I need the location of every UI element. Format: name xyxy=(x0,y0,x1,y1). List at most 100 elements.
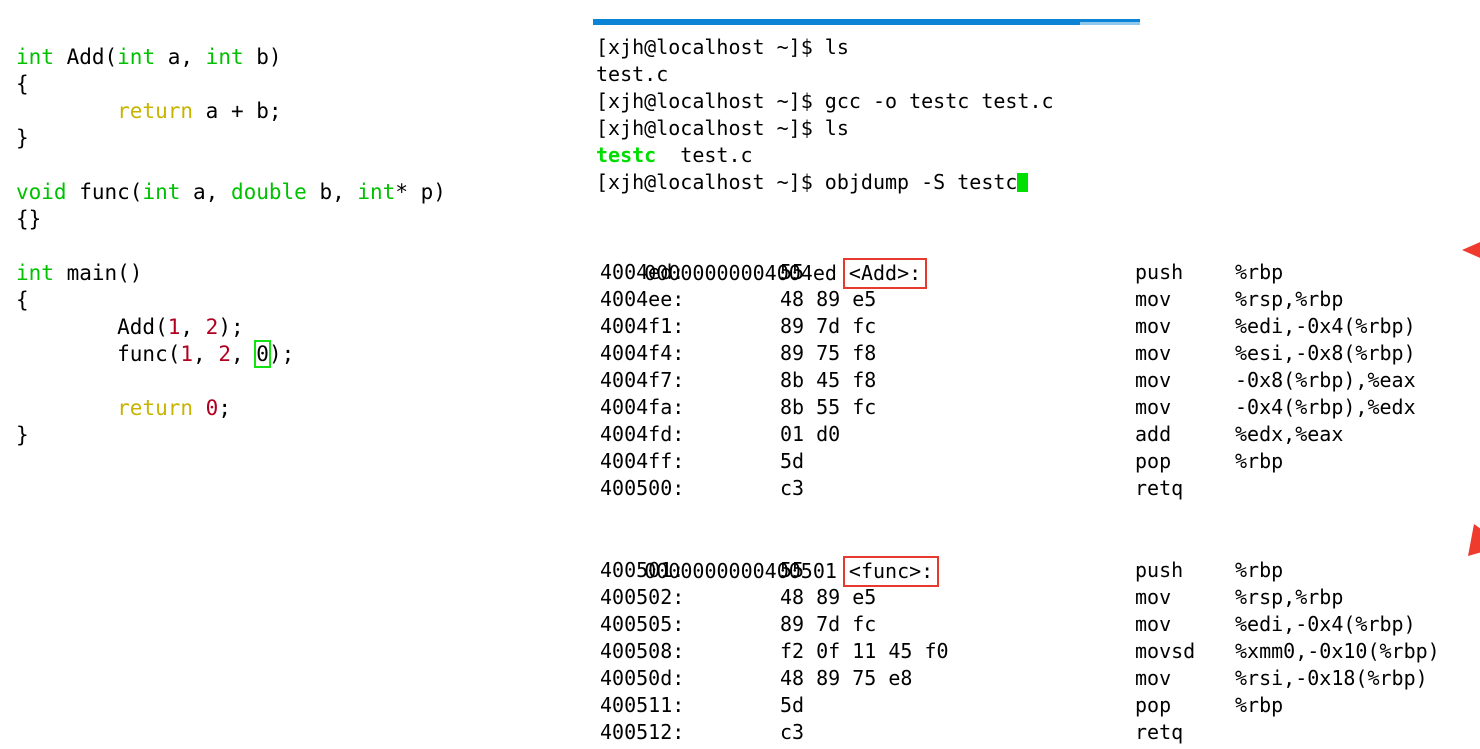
instruction-bytes: f2 0f 11 45 f0 xyxy=(780,639,949,663)
terminal-line-5-seg-0: [xjh@localhost ~]$ objdump -S testc xyxy=(596,170,1018,194)
code-line-5-seg-3: a, xyxy=(180,180,231,204)
instruction-operands: %edx,%eax xyxy=(1235,422,1344,446)
terminal-titlebar-accent-tail xyxy=(1080,22,1140,25)
code-line-9: { xyxy=(16,287,536,314)
instruction-address: 4004fd: xyxy=(600,422,685,446)
instruction-row: 4004ff: 5d pop %rbp xyxy=(572,448,1472,475)
code-line-5-seg-0: void xyxy=(16,180,67,204)
instruction-bytes: c3 xyxy=(780,720,805,744)
code-line-11-seg-5: 0 xyxy=(254,340,271,368)
instruction-row: 400511: 5d pop %rbp xyxy=(572,692,1472,719)
instruction-mnemonic: mov xyxy=(1135,368,1172,392)
instruction-mnemonic: pop xyxy=(1135,693,1172,717)
instruction-row: 4004fa: 8b 55 fc mov -0x4(%rbp),%edx xyxy=(572,394,1472,421)
instruction-address: 4004f4: xyxy=(600,341,685,365)
instruction-bytes: 01 d0 xyxy=(780,422,841,446)
instruction-address: 4004fa: xyxy=(600,395,685,419)
instruction-bytes: c3 xyxy=(780,476,805,500)
instruction-mnemonic: add xyxy=(1135,422,1172,446)
terminal-output[interactable]: [xjh@localhost ~]$ ls test.c [xjh@localhos… xyxy=(596,34,1476,196)
instruction-mnemonic: mov xyxy=(1135,395,1172,419)
code-line-10-seg-2: , xyxy=(180,315,206,339)
instruction-mnemonic: mov xyxy=(1135,612,1172,636)
code-line-9-seg-0: { xyxy=(16,288,29,312)
terminal-line-1: test.c xyxy=(596,61,1476,88)
instruction-bytes: 48 89 e5 xyxy=(780,287,877,311)
instruction-operands: %xmm0,-0x10(%rbp) xyxy=(1235,639,1440,663)
instruction-row: 4004f4: 89 75 f8 mov %esi,-0x8(%rbp) xyxy=(572,340,1472,367)
source-code-lines[interactable]: int Add(int a, int b){ return a + b;} vo… xyxy=(16,44,536,449)
instruction-bytes: 5d xyxy=(780,693,805,717)
code-line-11-seg-0: func( xyxy=(16,342,181,366)
instruction-mnemonic: push xyxy=(1135,260,1184,284)
code-line-0-seg-4: int xyxy=(205,45,244,69)
instruction-row: 400500: c3 retq xyxy=(572,475,1472,502)
code-line-8: int main() xyxy=(16,260,536,287)
code-line-2: return a + b; xyxy=(16,98,536,125)
instruction-address: 400502: xyxy=(600,585,685,609)
code-line-0: int Add(int a, int b) xyxy=(16,44,536,71)
instruction-row: 4004ee: 48 89 e5 mov %rsp,%rbp xyxy=(572,286,1472,313)
instruction-bytes: 48 89 e5 xyxy=(780,585,877,609)
code-line-13-seg-4: ; xyxy=(218,396,231,420)
source-code-panel: int Add(int a, int b){ return a + b;} vo… xyxy=(16,44,536,449)
instruction-row: 4004fd: 01 d0 add %edx,%eax xyxy=(572,421,1472,448)
instruction-mnemonic: retq xyxy=(1135,476,1184,500)
terminal-line-5: [xjh@localhost ~]$ objdump -S testc xyxy=(596,169,1476,196)
code-line-10: Add(1, 2); xyxy=(16,314,536,341)
instruction-address: 400505: xyxy=(600,612,685,636)
instruction-address: 4004ed: xyxy=(600,260,685,284)
instruction-address: 400512: xyxy=(600,720,685,744)
code-line-13-seg-3: 0 xyxy=(205,396,219,420)
instruction-address: 400508: xyxy=(600,639,685,663)
code-line-8-seg-0: int xyxy=(16,261,54,285)
code-line-13-seg-2 xyxy=(193,396,206,420)
code-line-3-seg-0: } xyxy=(16,126,29,150)
instruction-address: 400511: xyxy=(600,693,685,717)
instruction-address: 4004ff: xyxy=(600,449,685,473)
code-line-2-seg-0 xyxy=(16,99,117,123)
code-line-0-seg-5: b) xyxy=(243,45,282,69)
instruction-operands: %rbp xyxy=(1235,693,1284,717)
instruction-list-func: 400501: 55 push %rbp 400502: 48 89 e5 mov %rsp,… xyxy=(572,557,1472,746)
code-line-5-seg-2: int xyxy=(142,180,181,204)
code-line-3: } xyxy=(16,125,536,152)
code-line-14-seg-0: } xyxy=(16,423,29,447)
instruction-mnemonic: mov xyxy=(1135,585,1172,609)
code-line-11-seg-4: , xyxy=(230,342,257,366)
terminal-line-4-seg-1: test.c xyxy=(656,143,753,167)
terminal-titlebar-accent xyxy=(593,19,1140,25)
code-line-10-seg-1: 1 xyxy=(167,315,181,339)
terminal-line-2: [xjh@localhost ~]$ gcc -o testc test.c xyxy=(596,88,1476,115)
instruction-operands: %rsp,%rbp xyxy=(1235,585,1344,609)
instruction-operands: %rbp xyxy=(1235,260,1284,284)
instruction-row: 4004f1: 89 7d fc mov %edi,-0x4(%rbp) xyxy=(572,313,1472,340)
code-line-11-seg-1: 1 xyxy=(180,342,194,366)
instruction-bytes: 48 89 75 e8 xyxy=(780,666,913,690)
terminal-line-4: testc test.c xyxy=(596,142,1476,169)
instruction-bytes: 89 75 f8 xyxy=(780,341,877,365)
instruction-mnemonic: pop xyxy=(1135,449,1172,473)
instruction-row: 400502: 48 89 e5 mov %rsp,%rbp xyxy=(572,584,1472,611)
instruction-address: 4004f7: xyxy=(600,368,685,392)
code-line-11-seg-2: , xyxy=(193,342,219,366)
instruction-operands: %edi,-0x4(%rbp) xyxy=(1235,612,1416,636)
terminal-line-0-seg-0: [xjh@localhost ~]$ ls xyxy=(596,35,849,59)
instruction-operands: %rbp xyxy=(1235,558,1284,582)
instruction-list-add: 4004ed: 55 push %rbp 4004ee: 48 89 e5 mov %rsp,… xyxy=(572,259,1472,502)
instruction-bytes: 55 xyxy=(780,260,805,284)
code-line-0-seg-3: a, xyxy=(155,45,206,69)
instruction-address: 400500: xyxy=(600,476,685,500)
instruction-operands: %rbp xyxy=(1235,449,1284,473)
code-line-2-seg-1: return xyxy=(117,99,194,123)
instruction-mnemonic: movsd xyxy=(1135,639,1196,663)
code-line-1-seg-0: { xyxy=(16,72,29,96)
instruction-operands: %rsi,-0x18(%rbp) xyxy=(1235,666,1428,690)
instruction-bytes: 89 7d fc xyxy=(780,314,877,338)
code-line-5-seg-4: double xyxy=(230,180,307,204)
terminal-line-4-seg-0: testc xyxy=(596,143,657,167)
instruction-mnemonic: mov xyxy=(1135,287,1172,311)
code-line-5: void func(int a, double b, int* p) xyxy=(16,179,536,206)
code-line-5-seg-7: * p) xyxy=(395,180,446,204)
